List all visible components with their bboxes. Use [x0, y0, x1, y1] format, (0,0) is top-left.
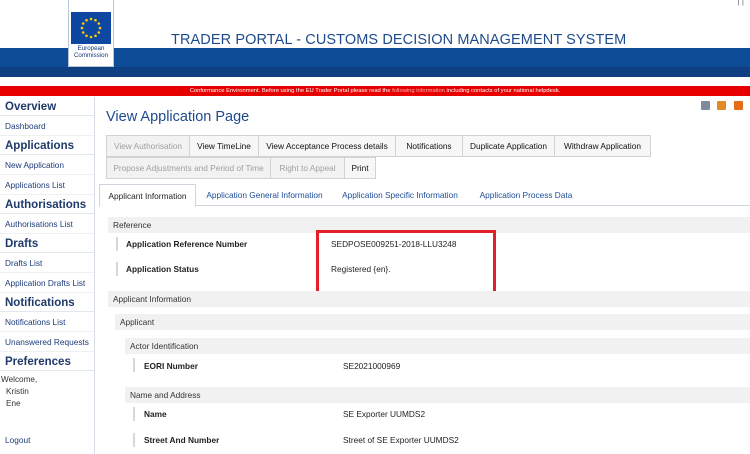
application-status-label: Application Status — [126, 264, 199, 274]
logo-text: European Commission — [73, 45, 109, 59]
sidebar-item-drafts-list[interactable]: Drafts List — [0, 253, 94, 273]
name-label: Name — [144, 409, 167, 419]
highlight-box — [316, 230, 496, 294]
app-title: TRADER PORTAL - CUSTOMS DECISION MANAGEM… — [171, 32, 627, 48]
name-value: SE Exporter UUMDS2 — [343, 409, 426, 419]
rss-icon[interactable] — [734, 101, 743, 110]
section-applicant-information: Applicant Information — [108, 291, 750, 307]
street-and-number-value: Street of SE Exporter UUMDS2 — [343, 435, 459, 445]
notifications-button[interactable]: Notifications — [395, 135, 463, 157]
main-content: View Application Page View Authorisation… — [96, 97, 750, 454]
street-and-number-label: Street And Number — [144, 435, 220, 445]
notice-info-link[interactable]: following information — [392, 88, 445, 94]
sidebar-heading-overview: Overview — [0, 97, 94, 116]
logout-link[interactable]: Logout — [5, 435, 30, 445]
breadcrumb[interactable]: European Commision > DG TAXUD > Trader P… — [27, 77, 283, 84]
view-timeline-button[interactable]: View TimeLine — [189, 135, 259, 157]
eu-logo[interactable]: European Commission — [68, 0, 114, 67]
user-first-name: Kristin — [6, 387, 29, 396]
subsection-applicant: Applicant — [115, 314, 750, 330]
tab-application-general-information[interactable]: Application General Information — [202, 184, 327, 207]
sidebar-item-authorisations-list[interactable]: Authorisations List — [0, 214, 94, 234]
sidebar: Overview Dashboard Applications New Appl… — [0, 97, 95, 454]
tab-application-process-data[interactable]: Application Process Data — [473, 184, 579, 207]
notice-text-pre: Conformance Environment. Before using th… — [189, 88, 391, 94]
eori-number-value: SE2021000969 — [343, 361, 401, 371]
print-button[interactable]: Print — [344, 157, 376, 179]
application-tabs: Applicant Information Application Genera… — [99, 184, 750, 207]
top-links[interactable]: | | — [738, 0, 744, 6]
duplicate-application-button[interactable]: Duplicate Application — [462, 135, 555, 157]
sidebar-item-applications-list[interactable]: Applications List — [0, 175, 94, 195]
eori-number-label: EORI Number — [144, 361, 198, 371]
withdraw-application-button[interactable]: Withdraw Application — [554, 135, 651, 157]
right-to-appeal-button[interactable]: Right to Appeal — [270, 157, 345, 179]
welcome-text: Welcome, — [1, 375, 38, 384]
pdf-icon[interactable] — [717, 101, 727, 110]
view-authorisation-button[interactable]: View Authorisation — [106, 135, 190, 157]
sidebar-heading-applications: Applications — [0, 136, 94, 155]
notice-text-post: including contacts of your national help… — [446, 88, 561, 94]
eu-flag-icon — [71, 12, 111, 44]
page-title: View Application Page — [106, 109, 250, 125]
user-last-name: Ene — [6, 399, 21, 408]
sidebar-item-new-application[interactable]: New Application — [0, 155, 94, 175]
print-icon[interactable] — [700, 101, 710, 110]
sidebar-item-unanswered-requests[interactable]: Unanswered Requests — [0, 332, 94, 352]
sidebar-heading-notifications: Notifications — [0, 293, 94, 312]
propose-adjustments-button[interactable]: Propose Adjustments and Period of Time — [106, 157, 271, 179]
tab-application-specific-information[interactable]: Application Specific Information — [339, 184, 461, 207]
view-acceptance-process-button[interactable]: View Acceptance Process details — [258, 135, 396, 157]
conformance-notice: Conformance Environment. Before using th… — [0, 86, 750, 96]
application-reference-label: Application Reference Number — [126, 239, 248, 249]
sidebar-heading-drafts: Drafts — [0, 234, 94, 253]
sidebar-item-notifications-list[interactable]: Notifications List — [0, 312, 94, 332]
sidebar-heading-authorisations: Authorisations — [0, 195, 94, 214]
sidebar-item-dashboard[interactable]: Dashboard — [0, 116, 94, 136]
tab-applicant-information[interactable]: Applicant Information — [99, 184, 196, 207]
page-actions — [696, 101, 743, 112]
welcome-block: Welcome, Kristin Ene — [0, 371, 94, 410]
sidebar-heading-preferences[interactable]: Preferences — [0, 352, 94, 371]
sidebar-item-application-drafts-list[interactable]: Application Drafts List — [0, 273, 94, 293]
subsection-name-and-address: Name and Address — [125, 387, 750, 403]
subsection-actor-identification: Actor Identification — [125, 338, 750, 354]
